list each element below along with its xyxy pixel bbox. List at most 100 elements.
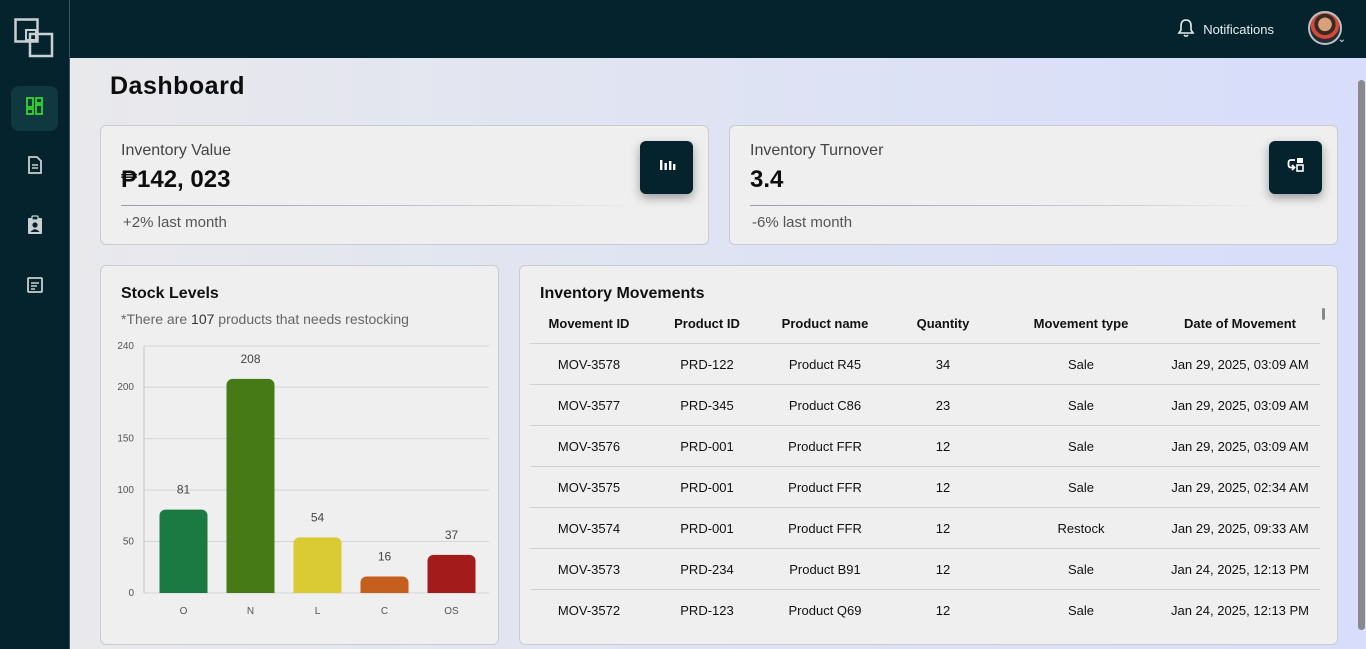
nav-documents[interactable] xyxy=(11,145,58,190)
x-tick-label: L xyxy=(315,606,321,617)
nav-reports[interactable] xyxy=(11,265,58,310)
cell-movement-id: MOV-3578 xyxy=(557,356,621,372)
chart-bar-base xyxy=(360,587,409,593)
y-tick-label: 200 xyxy=(117,382,134,393)
notifications-label: Notifications xyxy=(1203,22,1274,37)
cell-quantity: 12 xyxy=(935,479,951,495)
cell-product-id: PRD-001 xyxy=(680,438,734,454)
nav-dashboard[interactable] xyxy=(11,86,58,131)
notifications-button[interactable]: Notifications xyxy=(1177,18,1274,41)
x-tick-label: OS xyxy=(444,606,459,617)
cell-product-id: PRD-234 xyxy=(680,561,734,577)
top-bar: Notifications ⌄ xyxy=(70,0,1366,58)
subtitle-suffix: products that needs restocking xyxy=(214,311,409,327)
subtitle-prefix: *There are xyxy=(121,311,192,327)
badge-icon xyxy=(25,215,45,240)
x-tick-label: C xyxy=(381,606,388,617)
cell-product-name: Product C86 xyxy=(788,397,862,413)
y-tick-label: 0 xyxy=(128,588,134,599)
bar-value-label: 37 xyxy=(445,528,459,542)
kpi-label: Inventory Value xyxy=(121,142,231,159)
table-row[interactable]: MOV-3575 PRD-001 Product FFR 12 Sale Jan… xyxy=(530,466,1320,507)
card-title: Inventory Movements xyxy=(540,285,705,302)
report-icon xyxy=(25,275,45,300)
nav-staff[interactable] xyxy=(11,205,58,250)
card-subtitle: *There are 107 products that needs resto… xyxy=(121,311,409,327)
cell-quantity: 23 xyxy=(935,397,951,413)
subtitle-count: 107 xyxy=(191,311,215,327)
dashboard-icon xyxy=(25,96,45,121)
chart-bar xyxy=(293,537,342,593)
column-header[interactable]: Quantity xyxy=(884,314,1002,344)
y-tick-label: 150 xyxy=(117,434,134,445)
sidebar xyxy=(0,0,70,649)
bar-value-label: 16 xyxy=(378,550,392,564)
chart-bar-base xyxy=(293,587,342,593)
stock-levels-card: Stock Levels *There are 107 products tha… xyxy=(100,265,499,645)
kpi-value: ₱142, 023 xyxy=(121,166,231,193)
table-row[interactable]: MOV-3572 PRD-123 Product Q69 12 Sale Jan… xyxy=(530,589,1320,630)
cell-product-name: Product FFR xyxy=(788,520,862,536)
document-icon xyxy=(25,155,45,180)
cell-date: Jan 29, 2025, 02:34 AM xyxy=(1171,479,1309,495)
cell-product-id: PRD-001 xyxy=(680,479,734,495)
cell-product-name: Product R45 xyxy=(788,356,862,372)
bar-value-label: 81 xyxy=(177,483,191,497)
cell-product-id: PRD-001 xyxy=(680,520,734,536)
cell-movement-id: MOV-3572 xyxy=(557,602,621,618)
bar-value-label: 208 xyxy=(240,352,260,366)
cell-quantity: 12 xyxy=(935,561,951,577)
kpi-change: +2% last month xyxy=(123,214,227,231)
inventory-movements-card: Inventory Movements Movement ID Product … xyxy=(519,265,1338,645)
column-header[interactable]: Product name xyxy=(766,314,884,344)
cell-product-name: Product FFR xyxy=(788,438,862,454)
cell-quantity: 12 xyxy=(935,520,951,536)
kpi-card-inventory-value: Inventory Value ₱142, 023 +2% last month xyxy=(100,125,709,245)
cell-movement-id: MOV-3576 xyxy=(557,438,621,454)
column-header[interactable]: Product ID xyxy=(648,314,766,344)
divider xyxy=(750,205,1267,206)
cell-movement-type: Sale xyxy=(1067,397,1095,413)
kpi-value: 3.4 xyxy=(750,166,784,193)
kpi-change: -6% last month xyxy=(752,214,853,231)
kpi-card-inventory-turnover: Inventory Turnover 3.4 -6% last month xyxy=(729,125,1338,245)
y-tick-label: 240 xyxy=(117,341,134,352)
column-header[interactable]: Date of Movement xyxy=(1160,314,1320,344)
table-scrollbar[interactable] xyxy=(1322,308,1325,320)
table-row[interactable]: MOV-3574 PRD-001 Product FFR 12 Restock … xyxy=(530,507,1320,548)
table-row[interactable]: MOV-3578 PRD-122 Product R45 34 Sale Jan… xyxy=(530,343,1320,384)
table-row[interactable]: MOV-3576 PRD-001 Product FFR 12 Sale Jan… xyxy=(530,425,1320,466)
table-header: Movement ID Product ID Product name Quan… xyxy=(530,314,1320,344)
chart-bar-base xyxy=(427,587,476,593)
x-tick-label: N xyxy=(247,606,254,617)
cell-date: Jan 24, 2025, 12:13 PM xyxy=(1170,602,1310,618)
table-row[interactable]: MOV-3573 PRD-234 Product B91 12 Sale Jan… xyxy=(530,548,1320,589)
kpi-icon-button[interactable] xyxy=(640,141,693,194)
table-row[interactable]: MOV-3577 PRD-345 Product C86 23 Sale Jan… xyxy=(530,384,1320,425)
column-header[interactable]: Movement ID xyxy=(530,314,648,344)
card-title: Stock Levels xyxy=(121,285,219,302)
cell-movement-type: Sale xyxy=(1067,602,1095,618)
cell-movement-id: MOV-3574 xyxy=(557,520,621,536)
bar-chart-icon xyxy=(658,156,676,179)
chart-bar xyxy=(159,509,208,593)
turnover-icon xyxy=(1286,155,1306,180)
cell-movement-type: Sale xyxy=(1067,561,1095,577)
cell-date: Jan 29, 2025, 09:33 AM xyxy=(1171,520,1309,536)
column-header[interactable]: Movement type xyxy=(1002,314,1160,344)
cell-date: Jan 24, 2025, 12:13 PM xyxy=(1170,561,1310,577)
cell-date: Jan 29, 2025, 03:09 AM xyxy=(1171,438,1309,454)
y-tick-label: 50 xyxy=(123,537,135,548)
chevron-down-icon[interactable]: ⌄ xyxy=(1338,34,1346,45)
y-tick-label: 100 xyxy=(117,485,134,496)
kpi-icon-button[interactable] xyxy=(1269,141,1322,194)
page-scrollbar[interactable] xyxy=(1358,80,1365,630)
chart-bar-base xyxy=(159,587,208,593)
cell-quantity: 34 xyxy=(935,356,951,372)
cell-product-id: PRD-122 xyxy=(680,356,734,372)
divider xyxy=(121,205,638,206)
cell-quantity: 12 xyxy=(935,438,951,454)
squares-logo-icon[interactable] xyxy=(14,18,54,58)
cell-product-name: Product B91 xyxy=(789,561,861,577)
chart-bar-base xyxy=(226,587,275,593)
